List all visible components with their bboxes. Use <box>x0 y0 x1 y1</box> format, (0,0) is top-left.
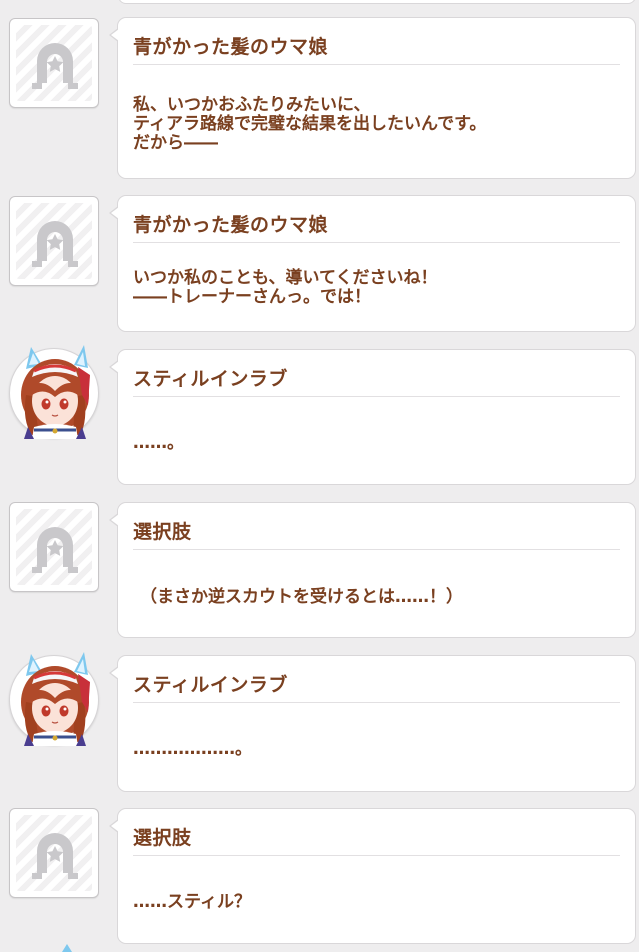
horseshoe-placeholder-icon <box>32 43 78 89</box>
divider <box>133 242 620 243</box>
bubble-tail <box>109 666 119 680</box>
divider <box>133 396 620 397</box>
message-bubble: スティルインラブ ……。 <box>109 349 636 485</box>
next-avatar-ear-icon <box>62 944 72 952</box>
speaker-avatar <box>9 345 99 439</box>
speaker-name: スティルインラブ <box>133 368 288 390</box>
divider <box>133 702 620 703</box>
speaker-avatar <box>9 196 99 286</box>
message-line: いつか私のことも、導いてくださいね！ <box>133 268 438 288</box>
bubble-tail <box>109 360 119 374</box>
message-line: ………………。 <box>133 739 252 759</box>
still-in-love-portrait <box>21 345 90 439</box>
divider <box>133 64 620 65</box>
horseshoe-placeholder-icon <box>32 221 78 267</box>
message-line: ……。 <box>133 433 184 453</box>
message-line: 私、いつかおふたりみたいに、 <box>133 95 371 115</box>
bubble-tail <box>109 206 119 220</box>
bubble-tail <box>109 513 119 527</box>
message-line: ……スティル？ <box>133 892 251 912</box>
speaker-name: スティルインラブ <box>133 674 288 696</box>
message-line: ティアラ路線で完璧な結果を出したいんです。 <box>133 114 487 134</box>
speaker-name: 選択肢 <box>133 521 192 543</box>
previous-message-bubble <box>118 0 636 4</box>
message-line: だから―― <box>133 133 218 153</box>
speaker-name: 青がかった髪のウマ娘 <box>133 36 329 58</box>
speaker-name: 青がかった髪のウマ娘 <box>133 214 329 236</box>
divider <box>133 855 620 856</box>
message-bubble: スティルインラブ ………………。 <box>109 655 636 792</box>
bubble-tail <box>109 819 119 833</box>
horseshoe-placeholder-icon <box>32 833 78 879</box>
message-bubble: 青がかった髪のウマ娘 いつか私のことも、導いてくださいね！ ――トレーナーさんっ… <box>109 195 636 332</box>
speaker-avatar <box>9 502 99 592</box>
speaker-avatar <box>9 808 99 898</box>
horseshoe-placeholder-icon <box>32 527 78 573</box>
still-in-love-portrait <box>21 652 90 746</box>
message-bubble: 青がかった髪のウマ娘 私、いつかおふたりみたいに、 ティアラ路線で完璧な結果を出… <box>109 17 636 179</box>
speaker-avatar <box>9 18 99 108</box>
message-line: （まさか逆スカウトを受けるとは……！） <box>140 587 463 607</box>
bubble-tail <box>109 28 119 42</box>
speaker-avatar <box>9 652 99 746</box>
divider <box>133 549 620 550</box>
speaker-name: 選択肢 <box>133 827 192 849</box>
message-bubble: 選択肢 ……スティル？ <box>109 808 636 944</box>
message-line: ――トレーナーさんっ。では！ <box>133 287 371 307</box>
message-bubble: 選択肢 （まさか逆スカウトを受けるとは……！） <box>109 502 636 638</box>
